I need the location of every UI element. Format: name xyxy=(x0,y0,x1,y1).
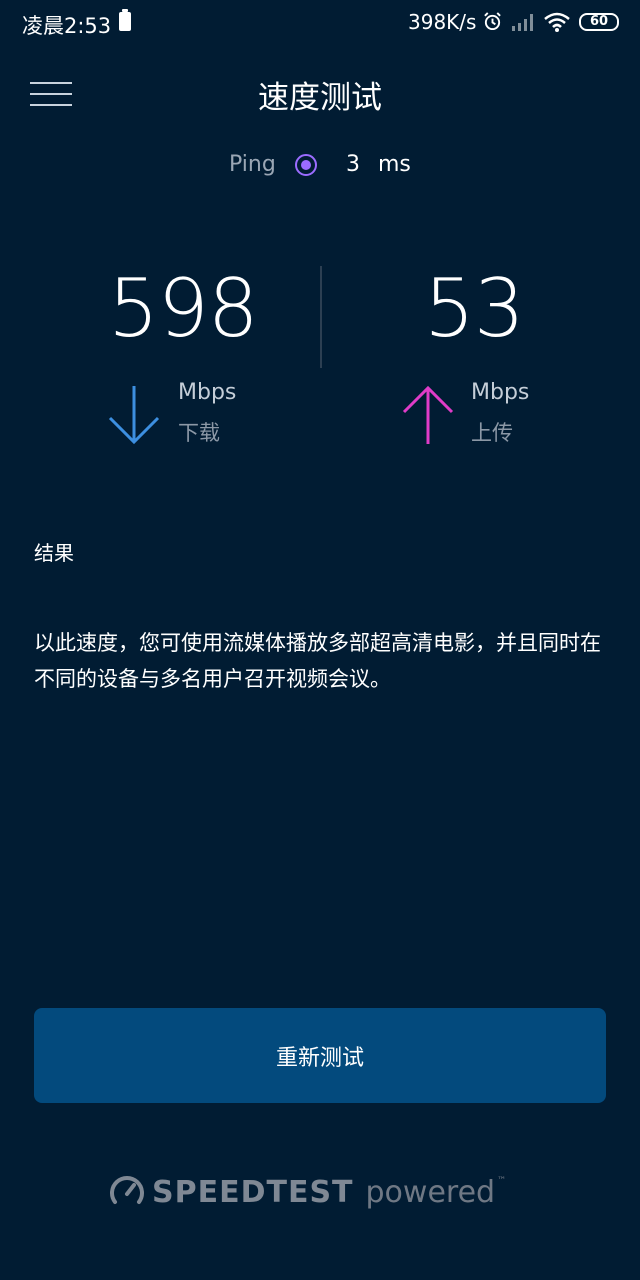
logo-powered-text: powered xyxy=(365,1174,496,1210)
speedtest-powered-logo: SPEEDTEST powered ™ xyxy=(108,1170,506,1214)
upload-label: 上传 xyxy=(471,421,513,445)
upload-unit: Mbps xyxy=(471,380,530,405)
download-unit: Mbps xyxy=(178,380,237,405)
network-speed: 398K/s xyxy=(408,10,477,34)
result-heading: 结果 xyxy=(34,541,74,565)
logo-trademark: ™ xyxy=(497,1176,507,1186)
result-description: 以此速度，您可使用流媒体播放多部超高清电影，并且同时在不同的设备与多名用户召开视… xyxy=(34,631,601,691)
battery-icon: 60 xyxy=(579,13,619,31)
upload-speed-value: 53 xyxy=(424,262,525,355)
speedtest-screen: 凌晨2:53 398K/s 60 速度测试 Ping 3 ms 598 53 M… xyxy=(0,0,640,1280)
status-time: 凌晨2:53 xyxy=(22,14,112,38)
alarm-icon xyxy=(484,12,501,31)
retest-button[interactable]: 重新测试 xyxy=(34,1008,606,1103)
ping-row: Ping 3 ms xyxy=(0,150,640,182)
download-speed-value: 598 xyxy=(108,262,259,355)
wifi-icon xyxy=(544,12,570,32)
ping-unit: ms xyxy=(378,152,411,177)
ping-value: 3 xyxy=(346,152,360,177)
ping-indicator-icon xyxy=(295,154,317,176)
speedtest-gauge-icon xyxy=(110,1176,144,1204)
logo-brand-text: SPEEDTEST xyxy=(152,1174,354,1210)
upload-arrow-icon xyxy=(402,385,454,444)
result-divider xyxy=(320,266,322,368)
download-label: 下载 xyxy=(178,421,220,445)
page-title: 速度测试 xyxy=(258,80,382,116)
download-arrow-icon xyxy=(108,386,160,445)
signal-icon xyxy=(512,14,533,31)
status-bar: 凌晨2:53 398K/s 60 xyxy=(0,0,640,48)
battery-saver-icon xyxy=(119,9,131,31)
ping-label: Ping xyxy=(229,152,276,177)
